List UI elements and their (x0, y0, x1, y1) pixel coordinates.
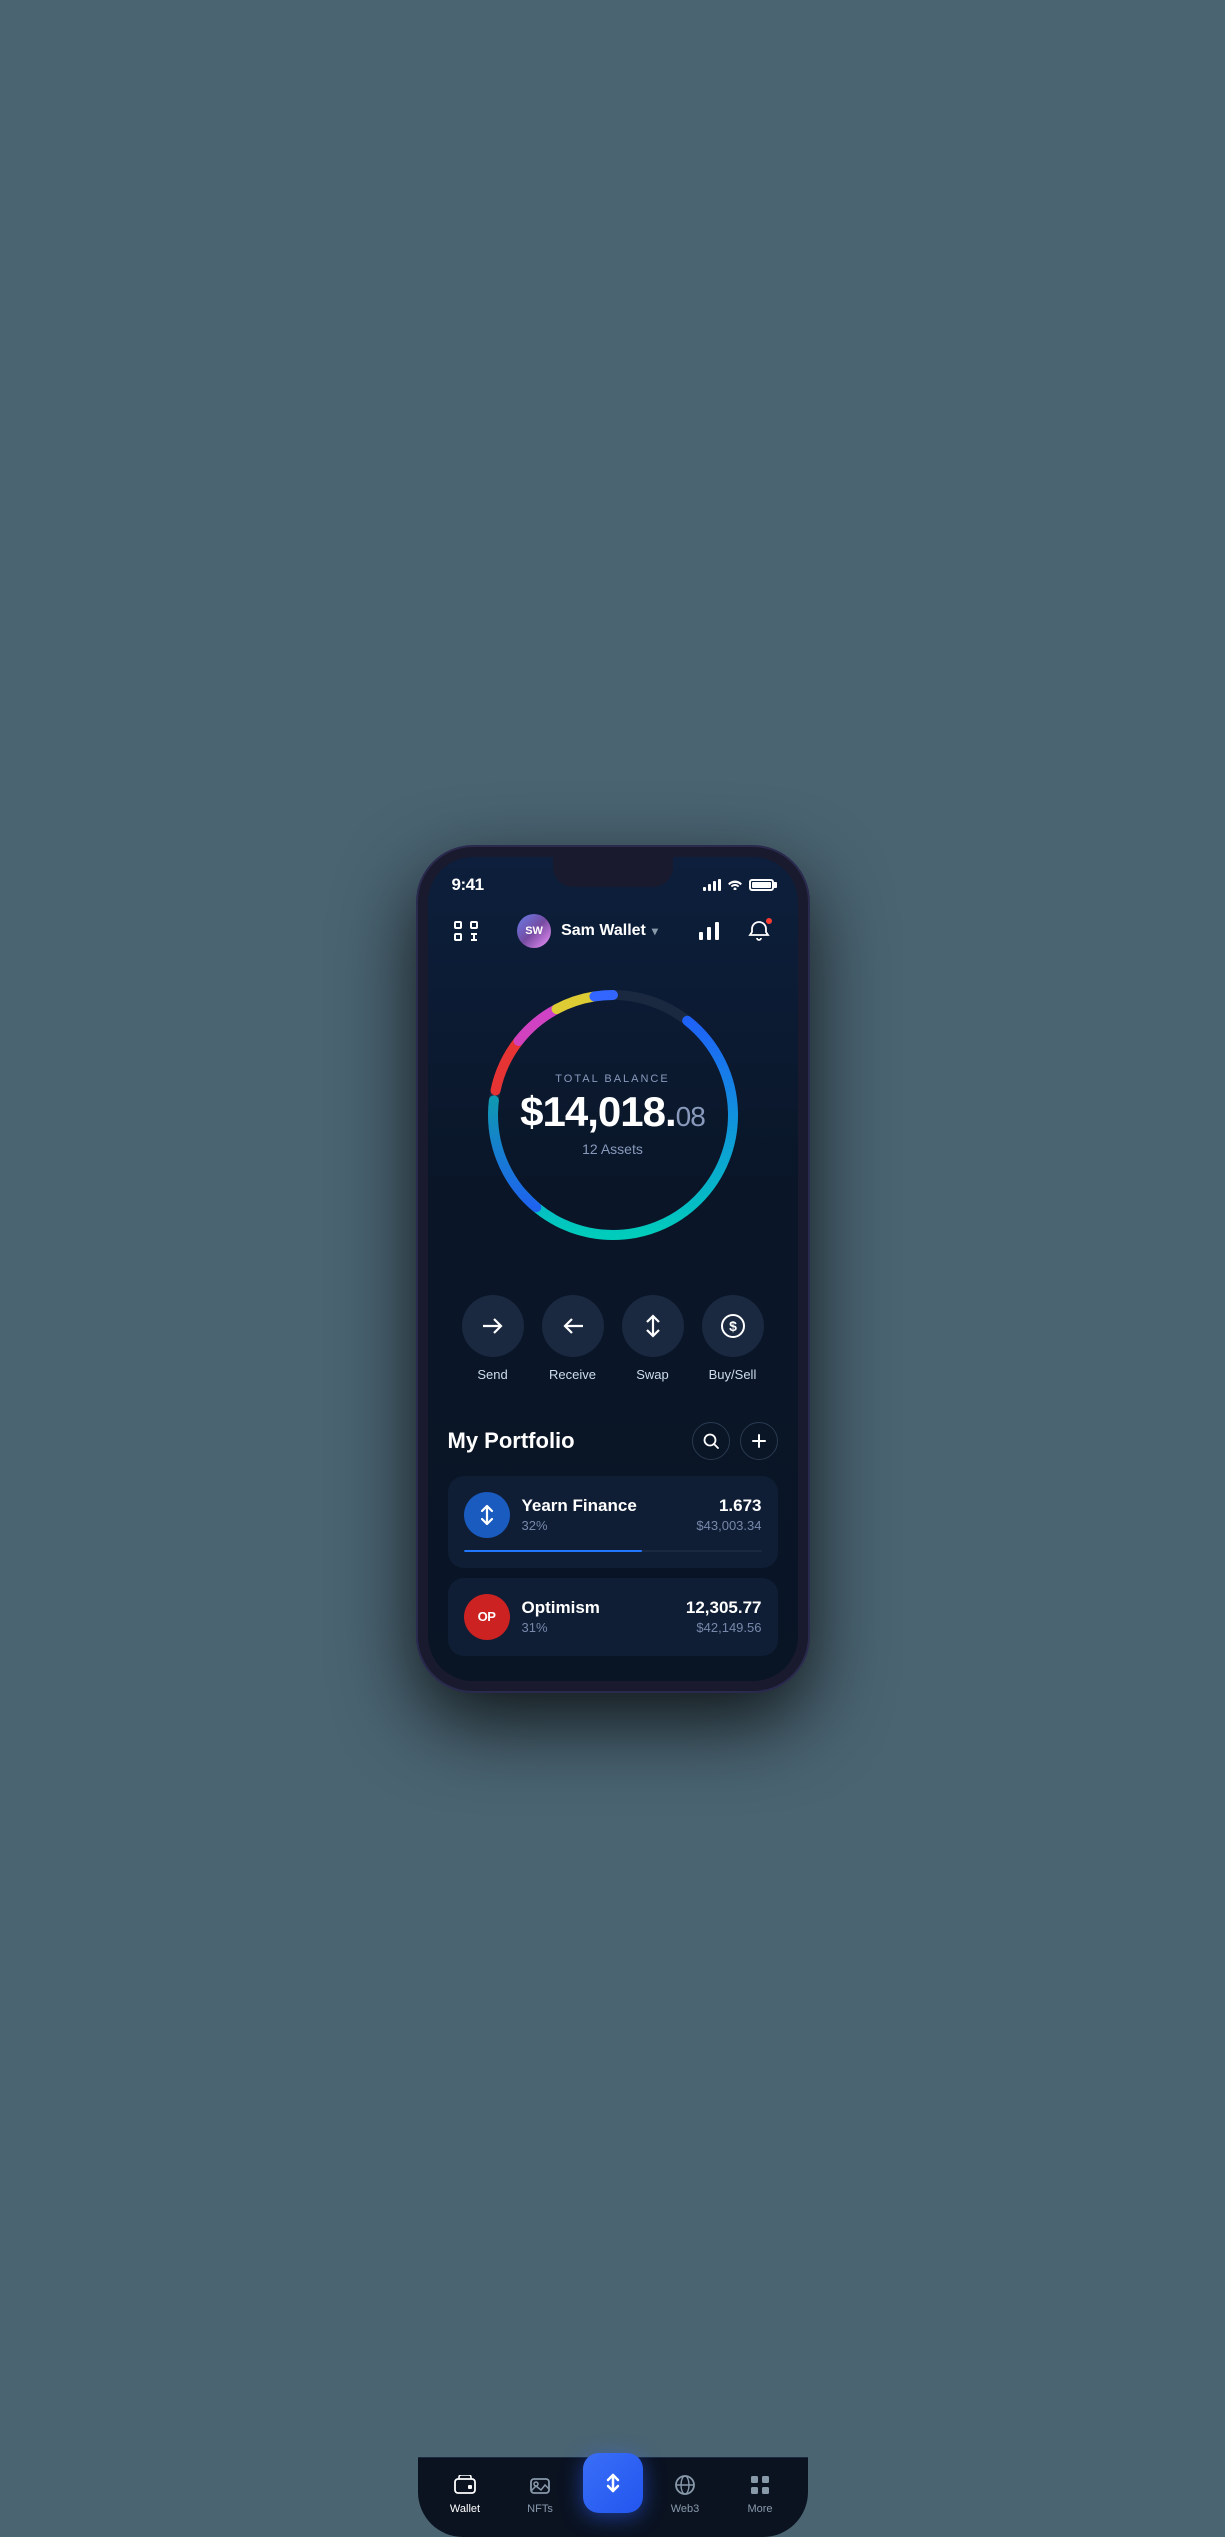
action-buttons: Send Receive (428, 1285, 798, 1412)
scan-button[interactable] (448, 913, 484, 949)
portfolio-actions (692, 1422, 778, 1460)
receive-label: Receive (549, 1367, 596, 1382)
signal-icon (703, 879, 721, 891)
swap-button[interactable] (622, 1295, 684, 1357)
buysell-label: Buy/Sell (709, 1367, 757, 1382)
balance-amount: $14,018.08 (520, 1091, 705, 1133)
portfolio-title: My Portfolio (448, 1428, 575, 1454)
asset-usd-op: $42,149.56 (686, 1620, 762, 1635)
asset-icon-op: OP (464, 1594, 510, 1640)
asset-percent-yfi: 32% (522, 1518, 637, 1533)
asset-amount-op: 12,305.77 (686, 1598, 762, 1618)
avatar: SW (517, 914, 551, 948)
balance-ring: TOTAL BALANCE $14,018.08 12 Assets (473, 975, 753, 1255)
asset-card-op[interactable]: OP Optimism 31% 12,305.77 $42,149.56 (448, 1578, 778, 1656)
send-action[interactable]: Send (458, 1295, 528, 1382)
asset-left-op: OP Optimism 31% (464, 1594, 600, 1640)
status-icons (703, 877, 774, 893)
send-label: Send (477, 1367, 507, 1382)
receive-button[interactable] (542, 1295, 604, 1357)
balance-info: TOTAL BALANCE $14,018.08 12 Assets (520, 1073, 705, 1157)
asset-info-yfi: Yearn Finance 32% (522, 1496, 637, 1533)
asset-icon-yfi (464, 1492, 510, 1538)
asset-row-yfi: Yearn Finance 32% 1.673 $43,003.34 (464, 1492, 762, 1538)
asset-left-yfi: Yearn Finance 32% (464, 1492, 637, 1538)
balance-label: TOTAL BALANCE (520, 1073, 705, 1085)
asset-usd-yfi: $43,003.34 (696, 1518, 761, 1533)
user-selector[interactable]: SW Sam Wallet ▾ (517, 914, 658, 948)
notch (553, 857, 673, 887)
buysell-action[interactable]: $ Buy/Sell (698, 1295, 768, 1382)
search-button[interactable] (692, 1422, 730, 1460)
asset-info-op: Optimism 31% (522, 1598, 600, 1635)
header-actions (691, 913, 777, 949)
balance-assets: 12 Assets (520, 1141, 705, 1157)
battery-icon (749, 879, 774, 891)
asset-percent-op: 31% (522, 1620, 600, 1635)
portfolio-header: My Portfolio (448, 1422, 778, 1460)
asset-progress-yfi (464, 1550, 762, 1552)
receive-action[interactable]: Receive (538, 1295, 608, 1382)
svg-text:$: $ (729, 1318, 737, 1334)
buysell-button[interactable]: $ (702, 1295, 764, 1357)
asset-name-op: Optimism (522, 1598, 600, 1618)
asset-card-yfi[interactable]: Yearn Finance 32% 1.673 $43,003.34 (448, 1476, 778, 1568)
asset-values-yfi: 1.673 $43,003.34 (696, 1496, 761, 1533)
notification-button[interactable] (741, 913, 777, 949)
asset-amount-yfi: 1.673 (696, 1496, 761, 1516)
swap-label: Swap (636, 1367, 669, 1382)
swap-action[interactable]: Swap (618, 1295, 688, 1382)
portfolio-section: My Portfolio (428, 1412, 798, 1681)
add-asset-button[interactable] (740, 1422, 778, 1460)
asset-row-op: OP Optimism 31% 12,305.77 $42,149.56 (464, 1594, 762, 1640)
send-button[interactable] (462, 1295, 524, 1357)
wifi-icon (727, 877, 743, 893)
chart-button[interactable] (691, 913, 727, 949)
notification-badge (765, 917, 773, 925)
phone-screen: 9:41 (428, 857, 798, 1681)
asset-name-yfi: Yearn Finance (522, 1496, 637, 1516)
asset-progress-fill-yfi (464, 1550, 643, 1552)
chevron-down-icon: ▾ (652, 924, 658, 938)
asset-values-op: 12,305.77 $42,149.56 (686, 1598, 762, 1635)
user-name-label: Sam Wallet ▾ (561, 922, 658, 940)
balance-section: TOTAL BALANCE $14,018.08 12 Assets (428, 965, 798, 1285)
app-header: SW Sam Wallet ▾ (428, 905, 798, 965)
phone-frame: 9:41 (418, 847, 808, 1691)
status-time: 9:41 (452, 875, 484, 895)
